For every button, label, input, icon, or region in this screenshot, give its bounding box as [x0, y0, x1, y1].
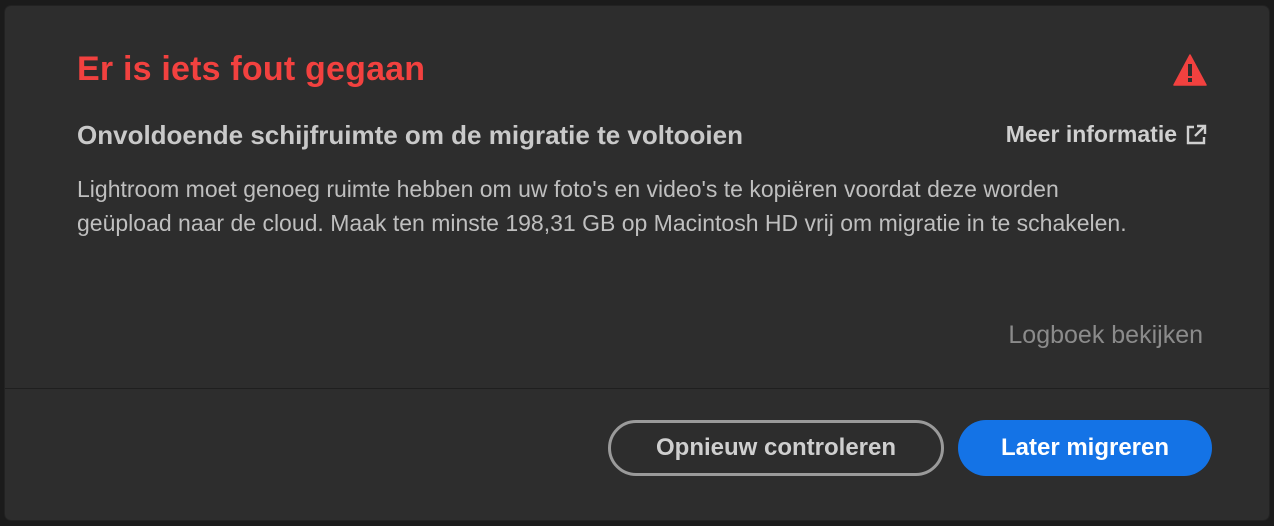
migrate-later-button[interactable]: Later migreren — [958, 420, 1212, 476]
dialog-divider — [5, 388, 1269, 389]
external-link-icon — [1186, 124, 1207, 144]
recheck-button[interactable]: Opnieuw controleren — [608, 420, 944, 476]
warning-triangle-icon — [1173, 54, 1207, 86]
error-dialog: Er is iets fout gegaan Onvoldoende schij… — [5, 6, 1269, 520]
more-info-link[interactable]: Meer informatie — [1006, 121, 1207, 148]
view-log-link[interactable]: Logboek bekijken — [1008, 321, 1203, 350]
more-info-label: Meer informatie — [1005, 121, 1177, 147]
dialog-title: Er is iets fout gegaan — [77, 50, 426, 88]
dialog-subtitle: Onvoldoende schijfruimte om de migratie … — [77, 120, 743, 150]
dialog-message: Lightroom moet genoeg ruimte hebben om u… — [77, 176, 1127, 236]
